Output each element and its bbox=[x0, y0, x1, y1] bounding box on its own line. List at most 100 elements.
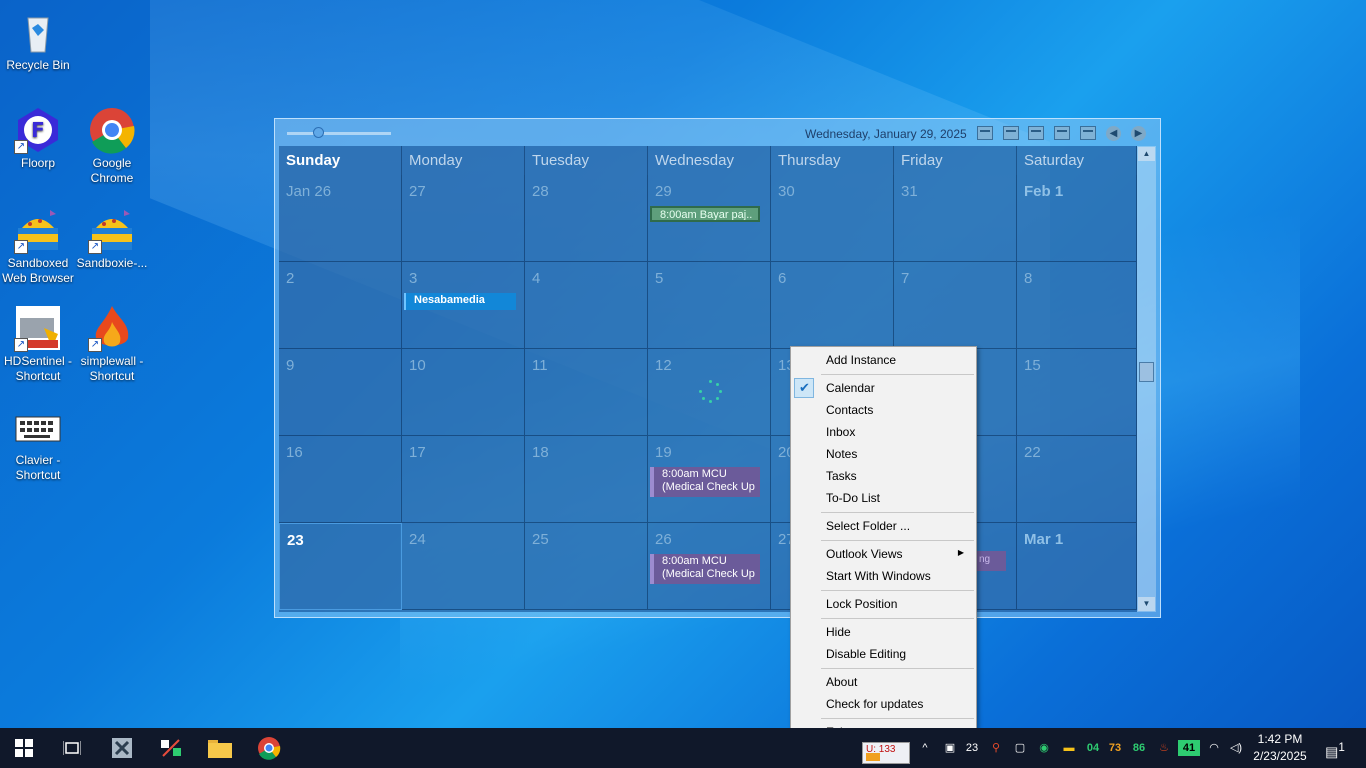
day-cell[interactable]: 10 bbox=[402, 349, 525, 436]
day-cell[interactable]: 7 bbox=[894, 262, 1017, 349]
desktop-icon-label: Sandboxie-... bbox=[76, 256, 148, 270]
day-cell[interactable]: 6 bbox=[771, 262, 894, 349]
menu-item-contacts[interactable]: Contacts bbox=[793, 399, 974, 421]
desktop-icon-recycle-bin[interactable]: Recycle Bin bbox=[0, 8, 76, 73]
day-cell[interactable]: Jan 26 bbox=[279, 175, 402, 262]
menu-item-inbox[interactable]: Inbox bbox=[793, 421, 974, 443]
appointment-mcu[interactable]: 8:00am MCU (Medical Check Up bbox=[650, 554, 760, 584]
day-cell[interactable]: 30 bbox=[771, 175, 894, 262]
menu-item-lock-position[interactable]: Lock Position bbox=[793, 593, 974, 615]
volume-icon[interactable]: ◁) bbox=[1226, 728, 1246, 768]
desktop-icon-simplewall[interactable]: ↗ simplewall - Shortcut bbox=[74, 304, 150, 384]
month-view-button[interactable] bbox=[1054, 126, 1070, 140]
show-hidden-icons-chevron-icon[interactable]: ^ bbox=[916, 728, 934, 768]
scrollbar-thumb[interactable] bbox=[1139, 362, 1154, 382]
day-cell[interactable]: 15 bbox=[1017, 349, 1137, 436]
simplewall-tray-icon[interactable]: ♨ bbox=[1154, 728, 1174, 768]
day-cell[interactable]: 18 bbox=[525, 436, 648, 523]
tray-temp-86[interactable]: 86 bbox=[1128, 728, 1150, 768]
menu-item-todo-list[interactable]: To-Do List bbox=[793, 487, 974, 509]
taskbar-chrome[interactable] bbox=[245, 728, 293, 768]
system-clock[interactable]: 1:42 PM 2/23/2025 bbox=[1245, 731, 1315, 765]
start-button[interactable] bbox=[0, 728, 48, 768]
day-cell[interactable]: 16 bbox=[279, 436, 402, 523]
appointment-nesabamedia[interactable]: Nesabamedia bbox=[404, 293, 516, 310]
day-cell[interactable]: 8 bbox=[1017, 262, 1137, 349]
day-cell[interactable]: 4 bbox=[525, 262, 648, 349]
scroll-down-arrow-icon[interactable]: ▼ bbox=[1138, 597, 1155, 611]
search-tool-icon[interactable]: ⚲ bbox=[986, 728, 1006, 768]
calendar-grid-view-button[interactable] bbox=[1080, 126, 1096, 140]
tray-badge-41[interactable]: 41 bbox=[1178, 740, 1200, 756]
calendar-scrollbar[interactable]: ▲ ▼ bbox=[1137, 146, 1156, 612]
day-cell[interactable]: 3 Nesabamedia bbox=[402, 262, 525, 349]
menu-item-start-with-windows[interactable]: Start With Windows bbox=[793, 565, 974, 587]
menu-item-add-instance[interactable]: Add Instance bbox=[793, 349, 974, 371]
day-cell[interactable]: 19 8:00am MCU (Medical Check Up bbox=[648, 436, 771, 523]
opacity-slider[interactable] bbox=[287, 132, 391, 135]
appointment-mcu[interactable]: 8:00am MCU (Medical Check Up bbox=[650, 467, 760, 497]
sandboxie-tray-icon[interactable]: ▬ bbox=[1058, 728, 1080, 768]
appointment-bayar[interactable]: 8:00am Bayar paj.. bbox=[650, 206, 760, 222]
day-cell[interactable]: Feb 1 bbox=[1017, 175, 1137, 262]
taskbar-file-explorer[interactable] bbox=[196, 728, 244, 768]
desktop-icon-sandboxie[interactable]: ↗ Sandboxie-... bbox=[74, 206, 150, 271]
day-cell[interactable]: 31 bbox=[894, 175, 1017, 262]
day-cell[interactable]: Mar 1 bbox=[1017, 523, 1137, 610]
day-cell[interactable]: 25 bbox=[525, 523, 648, 610]
opacity-slider-knob[interactable] bbox=[313, 127, 324, 138]
tablet-icon[interactable]: ▢ bbox=[1010, 728, 1030, 768]
day-cell[interactable]: 29 8:00am Bayar paj.. bbox=[648, 175, 771, 262]
previous-arrow-icon[interactable]: ◀ bbox=[1106, 126, 1121, 141]
shortcut-arrow-icon: ↗ bbox=[14, 140, 28, 154]
day-cell[interactable]: 26 8:00am MCU (Medical Check Up bbox=[648, 523, 771, 610]
wifi-icon[interactable]: ◠ bbox=[1204, 728, 1224, 768]
calendar-month-grid: Sunday Monday Tuesday Wednesday Thursday… bbox=[279, 146, 1137, 612]
cpu-meter[interactable]: U: 133 bbox=[862, 742, 910, 764]
menu-item-about[interactable]: About bbox=[793, 671, 974, 693]
menu-item-tasks[interactable]: Tasks bbox=[793, 465, 974, 487]
day-cell[interactable]: 17 bbox=[402, 436, 525, 523]
tray-temp-73[interactable]: 73 bbox=[1104, 728, 1126, 768]
day-cell[interactable]: 5 bbox=[648, 262, 771, 349]
desktop-icon-clavier[interactable]: Clavier - Shortcut bbox=[0, 403, 76, 483]
tray-temp-04[interactable]: 04 bbox=[1082, 728, 1104, 768]
menu-item-hide[interactable]: Hide bbox=[793, 621, 974, 643]
day-cell[interactable]: 22 bbox=[1017, 436, 1137, 523]
desktop-icon-chrome[interactable]: Google Chrome bbox=[74, 106, 150, 186]
tray-badge-23[interactable]: 23 bbox=[962, 728, 982, 768]
desktop-icon-floorp[interactable]: F ↗ Floorp bbox=[0, 106, 76, 171]
network-monitor-icon[interactable]: ▣ bbox=[940, 728, 960, 768]
day-view-button[interactable] bbox=[977, 126, 993, 140]
taskbar-app-tools[interactable] bbox=[147, 728, 195, 768]
clock-date: 2/23/2025 bbox=[1253, 749, 1307, 763]
edge-icon[interactable]: ◉ bbox=[1034, 728, 1054, 768]
day-cell[interactable]: 2 bbox=[279, 262, 402, 349]
menu-item-disable-editing[interactable]: Disable Editing bbox=[793, 643, 974, 665]
day-cell[interactable]: 9 bbox=[279, 349, 402, 436]
task-view-button[interactable] bbox=[48, 728, 96, 768]
day-cell[interactable]: 28 bbox=[525, 175, 648, 262]
menu-item-calendar[interactable]: Calendar bbox=[793, 377, 974, 399]
appointment-partial[interactable]: ng bbox=[976, 551, 1006, 571]
dayname-sunday: Sunday bbox=[279, 146, 402, 175]
work-week-view-button[interactable] bbox=[1003, 126, 1019, 140]
next-arrow-icon[interactable]: ▶ bbox=[1131, 126, 1146, 141]
day-cell[interactable]: 27 bbox=[402, 175, 525, 262]
desktop-icon-hdsentinel[interactable]: ↗ HDSentinel - Shortcut bbox=[0, 304, 76, 384]
action-center-icon[interactable]: ▤1 bbox=[1320, 728, 1350, 768]
taskbar-app-recovery[interactable] bbox=[98, 728, 146, 768]
day-cell[interactable]: 24 bbox=[402, 523, 525, 610]
menu-item-outlook-views[interactable]: Outlook Views ▶ bbox=[793, 543, 974, 565]
day-number: 12 bbox=[655, 357, 672, 374]
day-cell[interactable]: 11 bbox=[525, 349, 648, 436]
scroll-up-arrow-icon[interactable]: ▲ bbox=[1138, 147, 1155, 161]
week-view-button[interactable] bbox=[1028, 126, 1044, 140]
desktop-icon-sandboxed-browser[interactable]: ↗ Sandboxed Web Browser bbox=[0, 206, 76, 286]
menu-item-select-folder[interactable]: Select Folder ... bbox=[793, 515, 974, 537]
menu-item-notes[interactable]: Notes bbox=[793, 443, 974, 465]
chrome-icon bbox=[88, 106, 136, 154]
day-number: 24 bbox=[409, 531, 426, 548]
day-cell-today[interactable]: 23 bbox=[279, 523, 402, 610]
menu-item-check-updates[interactable]: Check for updates bbox=[793, 693, 974, 715]
